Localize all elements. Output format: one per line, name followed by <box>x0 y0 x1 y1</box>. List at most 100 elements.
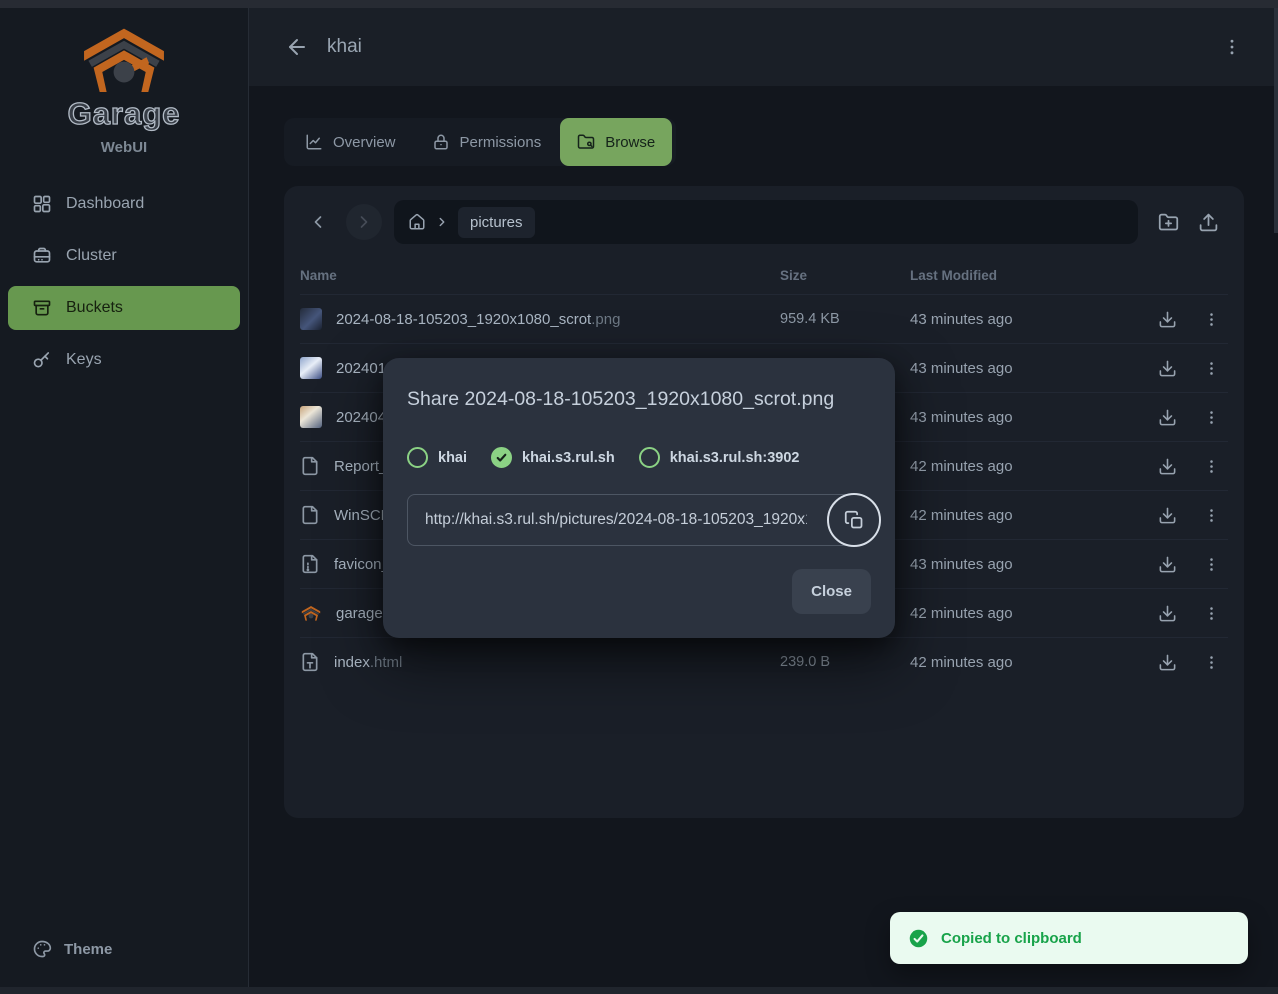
sidebar-item-cluster[interactable]: Cluster <box>8 234 240 278</box>
download-button[interactable] <box>1150 498 1184 532</box>
download-icon <box>1158 604 1177 623</box>
row-menu-button[interactable] <box>1194 449 1228 483</box>
download-button[interactable] <box>1150 596 1184 630</box>
download-icon <box>1158 653 1177 672</box>
page-header: khai <box>249 8 1278 86</box>
domain-option-label: khai.s3.rul.sh <box>522 450 615 466</box>
garage-logo-icon <box>80 26 168 92</box>
file-name: index.html <box>334 654 402 671</box>
domain-option-khai[interactable]: khai <box>407 447 467 468</box>
download-icon <box>1158 457 1177 476</box>
download-button[interactable] <box>1150 547 1184 581</box>
kebab-menu-icon <box>1203 654 1220 671</box>
upload-icon <box>1198 212 1219 233</box>
tab-permissions[interactable]: Permissions <box>415 118 559 166</box>
scrollbar-thumb[interactable] <box>1274 8 1278 233</box>
kebab-menu-icon <box>1203 605 1220 622</box>
file-modified: 42 minutes ago <box>910 654 1150 671</box>
row-menu-button[interactable] <box>1194 596 1228 630</box>
sidebar-item-buckets[interactable]: Buckets <box>8 286 240 330</box>
new-folder-button[interactable] <box>1148 202 1188 242</box>
table-row[interactable]: index.html239.0 B42 minutes ago <box>300 637 1228 686</box>
copy-url-button[interactable] <box>827 493 881 547</box>
file-modified: 43 minutes ago <box>910 556 1150 573</box>
row-menu-button[interactable] <box>1194 351 1228 385</box>
domain-option-khai-s3[interactable]: khai.s3.rul.sh <box>491 447 615 468</box>
kebab-menu-icon <box>1203 458 1220 475</box>
download-button[interactable] <box>1150 400 1184 434</box>
sidebar-item-label: Cluster <box>66 247 117 265</box>
toast-notification: Copied to clipboard <box>890 912 1248 964</box>
breadcrumb-separator-icon <box>435 215 449 229</box>
radio-icon[interactable] <box>639 447 660 468</box>
palette-icon <box>32 939 52 959</box>
history-forward-button[interactable] <box>346 204 382 240</box>
download-button[interactable] <box>1150 302 1184 336</box>
garage-logo-thumbnail <box>300 602 322 624</box>
column-last-modified: Last Modified <box>910 268 1150 283</box>
file-type-icon <box>300 652 320 672</box>
download-button[interactable] <box>1150 645 1184 679</box>
kebab-menu-icon <box>1203 360 1220 377</box>
dashboard-icon <box>32 194 52 214</box>
download-icon <box>1158 506 1177 525</box>
domain-option-khai-s3-3902[interactable]: khai.s3.rul.sh:3902 <box>639 447 800 468</box>
page-menu-button[interactable] <box>1222 37 1242 57</box>
radio-icon[interactable] <box>407 447 428 468</box>
success-check-icon <box>908 928 929 949</box>
file-name-cell[interactable]: 2024-08-18-105203_1920x1080_scrot.png <box>300 308 780 330</box>
history-back-button[interactable] <box>300 204 336 240</box>
breadcrumb-folder[interactable]: pictures <box>458 207 535 238</box>
download-icon <box>1158 408 1177 427</box>
lock-icon <box>432 133 450 151</box>
sidebar-item-dashboard[interactable]: Dashboard <box>8 182 240 226</box>
sidebar-nav: Dashboard Cluster Buckets Keys <box>0 182 248 382</box>
upload-button[interactable] <box>1188 202 1228 242</box>
file-modified: 43 minutes ago <box>910 360 1150 377</box>
chart-icon <box>305 133 323 151</box>
app-subtitle: WebUI <box>0 139 248 156</box>
tab-browse[interactable]: Browse <box>560 118 672 166</box>
image-cool-thumbnail <box>300 357 322 379</box>
tab-overview[interactable]: Overview <box>288 118 413 166</box>
row-menu-button[interactable] <box>1194 645 1228 679</box>
theme-button[interactable]: Theme <box>0 927 248 971</box>
chevron-right-icon <box>354 212 374 232</box>
radio-checked-icon[interactable] <box>491 447 512 468</box>
row-menu-button[interactable] <box>1194 498 1228 532</box>
folder-plus-icon <box>1158 212 1179 233</box>
download-icon <box>1158 359 1177 378</box>
kebab-menu-icon <box>1203 507 1220 524</box>
domain-options: khai khai.s3.rul.sh khai.s3.rul.sh:3902 <box>407 447 871 468</box>
tab-label: Browse <box>605 134 655 151</box>
window-bottom-edge <box>0 987 1278 994</box>
close-button[interactable]: Close <box>792 569 871 614</box>
download-button[interactable] <box>1150 351 1184 385</box>
home-icon[interactable] <box>408 213 426 231</box>
table-header: Name Size Last Modified <box>300 256 1228 294</box>
cluster-icon <box>32 246 52 266</box>
table-row[interactable]: 2024-08-18-105203_1920x1080_scrot.png959… <box>300 294 1228 343</box>
window-top-edge <box>0 0 1278 8</box>
file-modified: 42 minutes ago <box>910 458 1150 475</box>
page-title: khai <box>327 36 362 58</box>
sidebar-item-keys[interactable]: Keys <box>8 338 240 382</box>
download-button[interactable] <box>1150 449 1184 483</box>
copy-icon <box>844 510 865 531</box>
download-icon <box>1158 555 1177 574</box>
image-dark-thumbnail <box>300 308 322 330</box>
domain-option-label: khai <box>438 450 467 466</box>
file-icon <box>300 456 320 476</box>
row-menu-button[interactable] <box>1194 400 1228 434</box>
sidebar-item-label: Buckets <box>66 299 123 317</box>
share-url-input[interactable] <box>407 494 852 546</box>
kebab-menu-icon <box>1203 556 1220 573</box>
row-menu-button[interactable] <box>1194 302 1228 336</box>
file-name-cell[interactable]: index.html <box>300 652 780 672</box>
domain-option-label: khai.s3.rul.sh:3902 <box>670 450 800 466</box>
back-button[interactable] <box>285 35 309 59</box>
column-name: Name <box>300 268 780 283</box>
row-menu-button[interactable] <box>1194 547 1228 581</box>
bucket-tabs: Overview Permissions Browse <box>284 118 676 166</box>
file-modified: 42 minutes ago <box>910 507 1150 524</box>
